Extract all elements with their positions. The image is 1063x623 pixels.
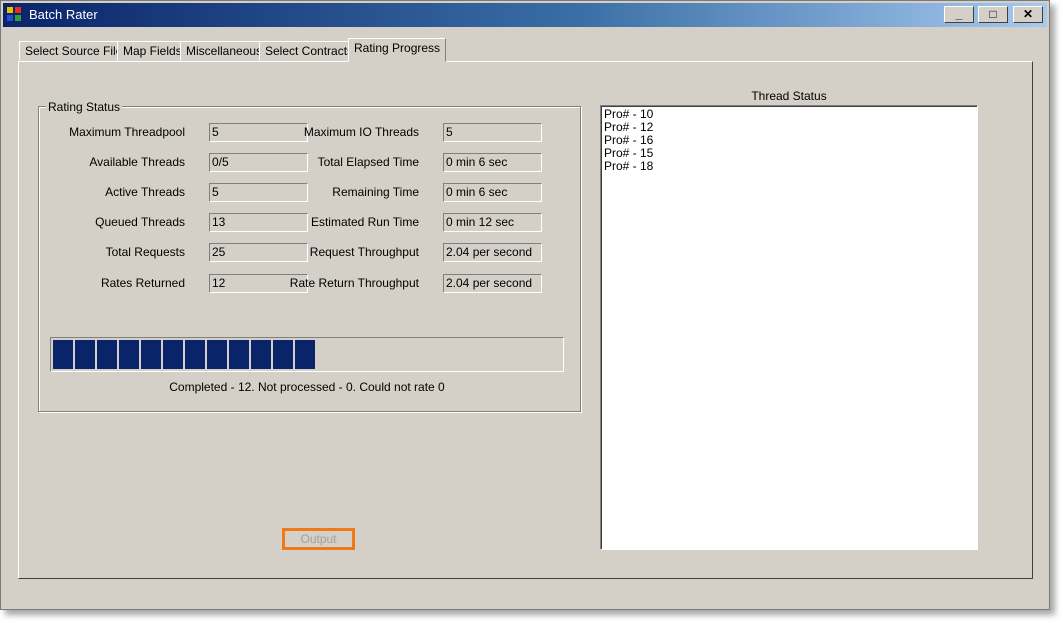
thread-status-item[interactable]: Pro# - 10 bbox=[604, 108, 974, 121]
field-queued-threads[interactable]: 13 bbox=[209, 213, 308, 232]
progress-segment bbox=[295, 340, 315, 369]
app-icon[interactable] bbox=[7, 7, 23, 23]
progress-segment bbox=[207, 340, 227, 369]
thread-status-item[interactable]: Pro# - 16 bbox=[604, 134, 974, 147]
window-title: Batch Rater bbox=[29, 7, 98, 22]
tab-rating-progress[interactable]: Rating Progress bbox=[348, 38, 447, 62]
label-total-elapsed-time: Total Elapsed Time bbox=[317, 155, 419, 169]
minimize-icon: _ bbox=[955, 7, 963, 21]
rating-progress-bar bbox=[50, 337, 564, 372]
progress-segment bbox=[97, 340, 117, 369]
progress-summary-text: Completed - 12. Not processed - 0. Could… bbox=[169, 380, 445, 394]
field-active-threads[interactable]: 5 bbox=[209, 183, 308, 202]
label-active-threads: Active Threads bbox=[105, 185, 185, 199]
maximize-button[interactable]: □ bbox=[978, 6, 1008, 23]
label-request-throughput: Request Throughput bbox=[309, 245, 419, 259]
thread-status-title: Thread Status bbox=[751, 89, 827, 103]
thread-status-item[interactable]: Pro# - 18 bbox=[604, 160, 974, 173]
field-estimated-run-time[interactable]: 0 min 12 sec bbox=[443, 213, 542, 232]
label-remaining-time: Remaining Time bbox=[332, 185, 419, 199]
field-remaining-time[interactable]: 0 min 6 sec bbox=[443, 183, 542, 202]
output-button[interactable]: Output bbox=[282, 528, 355, 550]
batch-rater-window: Batch Rater _ □ ✕ Select Source File Map… bbox=[0, 0, 1050, 610]
close-button[interactable]: ✕ bbox=[1013, 6, 1043, 23]
title-bar[interactable]: Batch Rater _ □ ✕ bbox=[3, 3, 1047, 27]
tab-select-source-file[interactable]: Select Source File bbox=[19, 41, 129, 61]
progress-segment bbox=[141, 340, 161, 369]
field-total-requests[interactable]: 25 bbox=[209, 243, 308, 262]
label-available-threads: Available Threads bbox=[89, 155, 185, 169]
label-queued-threads: Queued Threads bbox=[95, 215, 185, 229]
thread-status-item[interactable]: Pro# - 12 bbox=[604, 121, 974, 134]
tab-select-contracts[interactable]: Select Contracts bbox=[259, 41, 360, 61]
field-maximum-io-threads[interactable]: 5 bbox=[443, 123, 542, 142]
label-estimated-run-time: Estimated Run Time bbox=[310, 215, 419, 229]
minimize-button[interactable]: _ bbox=[944, 6, 974, 23]
progress-segment bbox=[53, 340, 73, 369]
tab-map-fields[interactable]: Map Fields bbox=[117, 41, 188, 61]
field-request-throughput[interactable]: 2.04 per second bbox=[443, 243, 542, 262]
maximize-icon: □ bbox=[989, 7, 997, 21]
label-total-requests: Total Requests bbox=[105, 245, 185, 259]
progress-segment bbox=[273, 340, 293, 369]
progress-segment bbox=[119, 340, 139, 369]
tab-miscellaneous[interactable]: Miscellaneous bbox=[180, 41, 269, 61]
progress-segment bbox=[163, 340, 183, 369]
progress-segment bbox=[251, 340, 271, 369]
thread-status-item[interactable]: Pro# - 15 bbox=[604, 147, 974, 160]
label-maximum-io-threads: Maximum IO Threads bbox=[303, 125, 419, 139]
progress-segment bbox=[185, 340, 205, 369]
close-icon: ✕ bbox=[1022, 7, 1034, 21]
label-maximum-threadpool: Maximum Threadpool bbox=[69, 125, 185, 139]
rating-status-title: Rating Status bbox=[46, 100, 123, 114]
field-maximum-threadpool[interactable]: 5 bbox=[209, 123, 308, 142]
label-rates-returned: Rates Returned bbox=[100, 276, 185, 290]
field-available-threads[interactable]: 0/5 bbox=[209, 153, 308, 172]
thread-status-list[interactable]: Pro# - 10 Pro# - 12 Pro# - 16 Pro# - 15 Pro#… bbox=[600, 105, 978, 550]
progress-segment bbox=[75, 340, 95, 369]
progress-segment bbox=[229, 340, 249, 369]
field-rate-return-throughput[interactable]: 2.04 per second bbox=[443, 274, 542, 293]
field-total-elapsed-time[interactable]: 0 min 6 sec bbox=[443, 153, 542, 172]
label-rate-return-throughput: Rate Return Throughput bbox=[289, 276, 419, 290]
